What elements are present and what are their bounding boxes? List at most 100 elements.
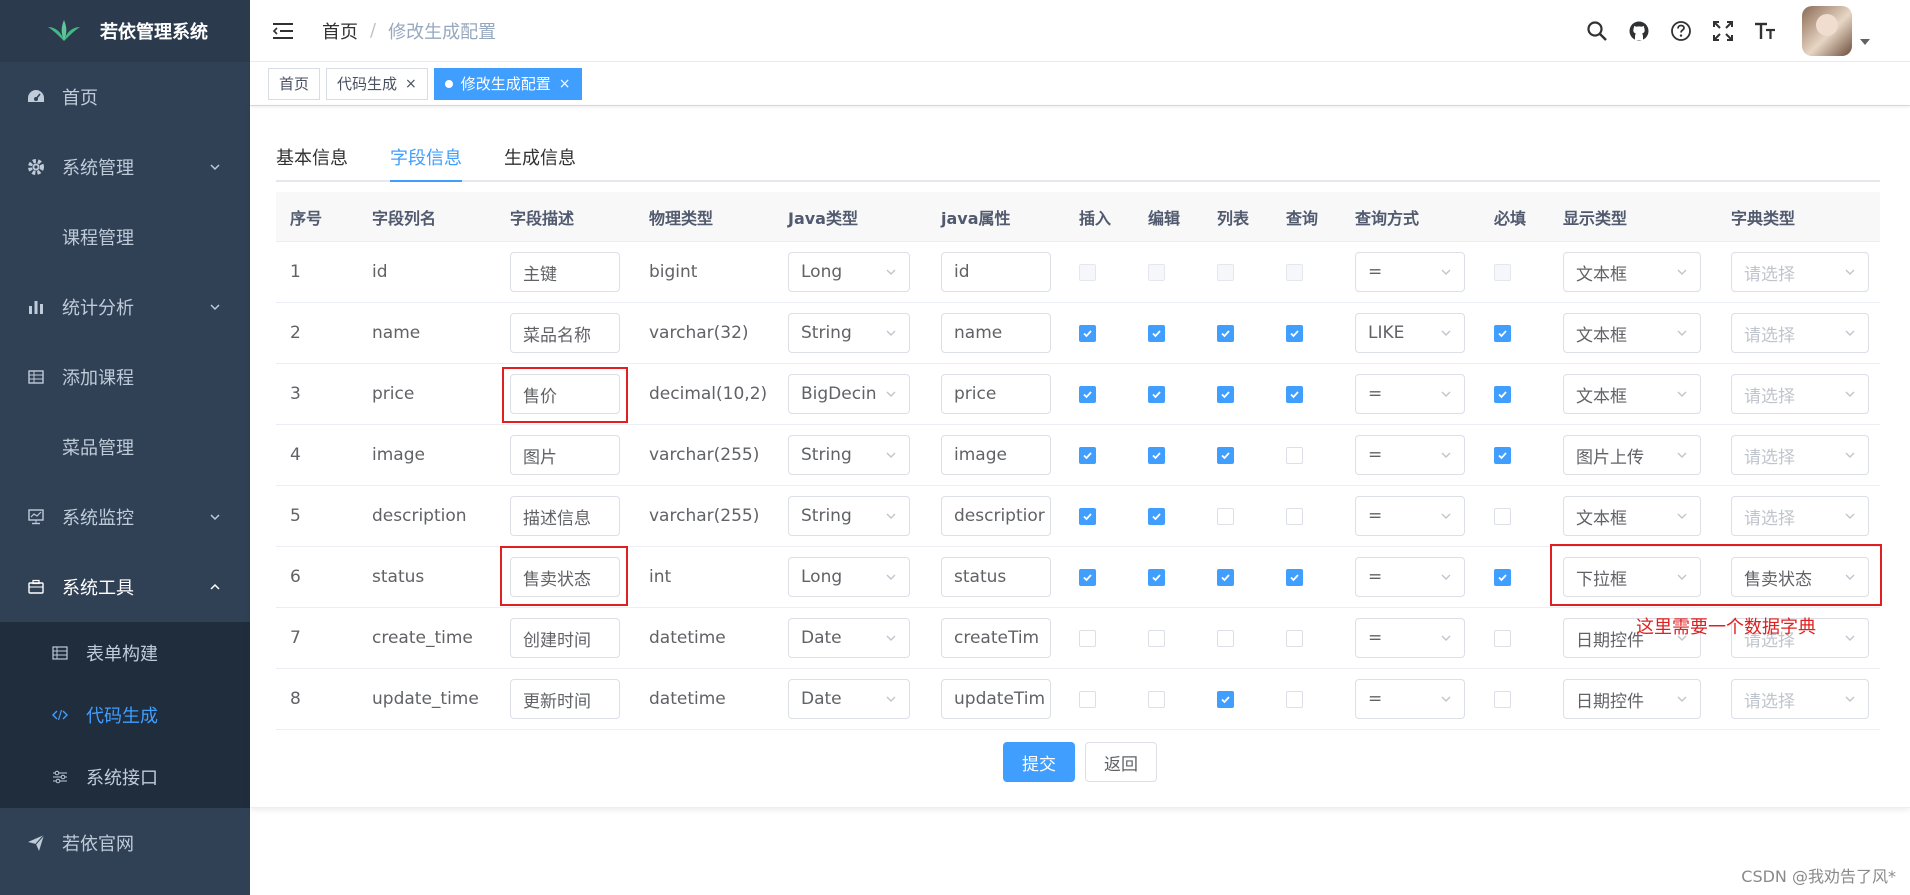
java-type-select[interactable]: Date [788, 679, 910, 719]
java-type-select[interactable]: String [788, 313, 910, 353]
checkbox-insert[interactable] [1079, 568, 1096, 586]
checkbox-required[interactable] [1494, 446, 1511, 464]
java-field-input[interactable]: image [941, 435, 1051, 475]
checkbox-insert[interactable] [1079, 324, 1096, 342]
checkbox-required[interactable] [1494, 385, 1511, 403]
checkbox-insert[interactable] [1079, 263, 1096, 281]
logo[interactable]: 若依管理系统 [0, 0, 250, 62]
sidebar-item-system-api[interactable]: 系统接口 [0, 746, 250, 808]
java-field-input[interactable]: name [941, 313, 1051, 353]
sidebar-item-system-tools[interactable]: 系统工具 [0, 552, 250, 622]
checkbox-insert[interactable] [1079, 690, 1096, 708]
sidebar-item-code-gen[interactable]: 代码生成 [0, 684, 250, 746]
query-mode-select[interactable]: = [1355, 618, 1465, 658]
sidebar-item-system-manage[interactable]: 系统管理 [0, 132, 250, 202]
sidebar-item-add-course[interactable]: 添加课程 [0, 342, 250, 412]
checkbox-list[interactable] [1217, 324, 1234, 342]
dict-type-select[interactable]: 请选择 [1731, 252, 1869, 292]
field-desc-input[interactable]: 主键 [510, 252, 620, 292]
checkbox-list[interactable] [1217, 690, 1234, 708]
checkbox-insert[interactable] [1079, 385, 1096, 403]
sidebar-item-course-manage[interactable]: 课程管理 [0, 202, 250, 272]
java-type-select[interactable]: String [788, 435, 910, 475]
checkbox-list[interactable] [1217, 385, 1234, 403]
github-icon[interactable] [1626, 18, 1652, 44]
checkbox-edit[interactable] [1148, 507, 1165, 525]
checkbox-required[interactable] [1494, 507, 1511, 525]
checkbox-insert[interactable] [1079, 629, 1096, 647]
java-type-select[interactable]: Long [788, 557, 910, 597]
sidebar-item-monitor[interactable]: 系统监控 [0, 482, 250, 552]
java-type-select[interactable]: Date [788, 618, 910, 658]
java-field-input[interactable]: descriptior [941, 496, 1051, 536]
tab-basic-info[interactable]: 基本信息 [276, 134, 348, 182]
checkbox-query[interactable] [1286, 507, 1303, 525]
field-desc-input[interactable]: 描述信息 [510, 496, 620, 536]
checkbox-query[interactable] [1286, 263, 1303, 281]
query-mode-select[interactable]: = [1355, 252, 1465, 292]
checkbox-insert[interactable] [1079, 446, 1096, 464]
java-type-select[interactable]: Long [788, 252, 910, 292]
search-icon[interactable] [1584, 18, 1610, 44]
field-desc-input[interactable]: 菜品名称 [510, 313, 620, 353]
tab-gen-info[interactable]: 生成信息 [504, 134, 576, 182]
query-mode-select[interactable]: = [1355, 435, 1465, 475]
checkbox-edit[interactable] [1148, 385, 1165, 403]
java-field-input[interactable]: status [941, 557, 1051, 597]
checkbox-edit[interactable] [1148, 263, 1165, 281]
query-mode-select[interactable]: LIKE [1355, 313, 1465, 353]
display-type-select[interactable]: 日期控件 [1563, 679, 1701, 719]
checkbox-query[interactable] [1286, 324, 1303, 342]
back-button[interactable]: 返回 [1085, 742, 1157, 782]
checkbox-query[interactable] [1286, 568, 1303, 586]
display-type-select[interactable]: 文本框 [1563, 252, 1701, 292]
question-icon[interactable] [1668, 18, 1694, 44]
sidebar-item-official-site[interactable]: 若依官网 [0, 808, 250, 878]
checkbox-required[interactable] [1494, 324, 1511, 342]
checkbox-query[interactable] [1286, 629, 1303, 647]
checkbox-edit[interactable] [1148, 446, 1165, 464]
field-desc-input[interactable]: 图片 [510, 435, 620, 475]
submit-button[interactable]: 提交 [1003, 742, 1075, 782]
sidebar-item-form-builder[interactable]: 表单构建 [0, 622, 250, 684]
sidebar-item-dish-manage[interactable]: 菜品管理 [0, 412, 250, 482]
checkbox-required[interactable] [1494, 568, 1511, 586]
dict-type-select[interactable]: 请选择 [1731, 435, 1869, 475]
java-field-input[interactable]: updateTim [941, 679, 1051, 719]
tag-edit-gen-config[interactable]: 修改生成配置 × [433, 67, 582, 100]
sidebar-item-home[interactable]: 首页 [0, 62, 250, 132]
dict-type-select[interactable]: 请选择 [1731, 679, 1869, 719]
dict-type-select[interactable]: 请选择 [1731, 313, 1869, 353]
font-size-icon[interactable] [1752, 18, 1778, 44]
dict-type-select[interactable]: 请选择 [1731, 374, 1869, 414]
close-icon[interactable]: × [405, 69, 417, 99]
checkbox-list[interactable] [1217, 507, 1234, 525]
checkbox-list[interactable] [1217, 568, 1234, 586]
checkbox-edit[interactable] [1148, 690, 1165, 708]
field-desc-input[interactable]: 创建时间 [510, 618, 620, 658]
query-mode-select[interactable]: = [1355, 557, 1465, 597]
tag-code-gen[interactable]: 代码生成 × [326, 67, 428, 100]
display-type-select[interactable]: 文本框 [1563, 374, 1701, 414]
dict-type-select[interactable]: 请选择 [1731, 496, 1869, 536]
checkbox-query[interactable] [1286, 690, 1303, 708]
query-mode-select[interactable]: = [1355, 374, 1465, 414]
fullscreen-icon[interactable] [1710, 18, 1736, 44]
breadcrumb-home[interactable]: 首页 [322, 18, 358, 44]
java-field-input[interactable]: id [941, 252, 1051, 292]
display-type-select[interactable]: 文本框 [1563, 496, 1701, 536]
checkbox-list[interactable] [1217, 629, 1234, 647]
checkbox-list[interactable] [1217, 263, 1234, 281]
checkbox-required[interactable] [1494, 690, 1511, 708]
checkbox-query[interactable] [1286, 385, 1303, 403]
close-icon[interactable]: × [559, 69, 571, 99]
checkbox-edit[interactable] [1148, 324, 1165, 342]
checkbox-required[interactable] [1494, 263, 1511, 281]
tab-field-info[interactable]: 字段信息 [390, 134, 462, 182]
field-desc-input[interactable]: 更新时间 [510, 679, 620, 719]
sidebar-item-statistics[interactable]: 统计分析 [0, 272, 250, 342]
avatar[interactable] [1802, 6, 1852, 56]
checkbox-edit[interactable] [1148, 629, 1165, 647]
display-type-select[interactable]: 图片上传 [1563, 435, 1701, 475]
caret-down-icon[interactable] [1860, 39, 1870, 45]
